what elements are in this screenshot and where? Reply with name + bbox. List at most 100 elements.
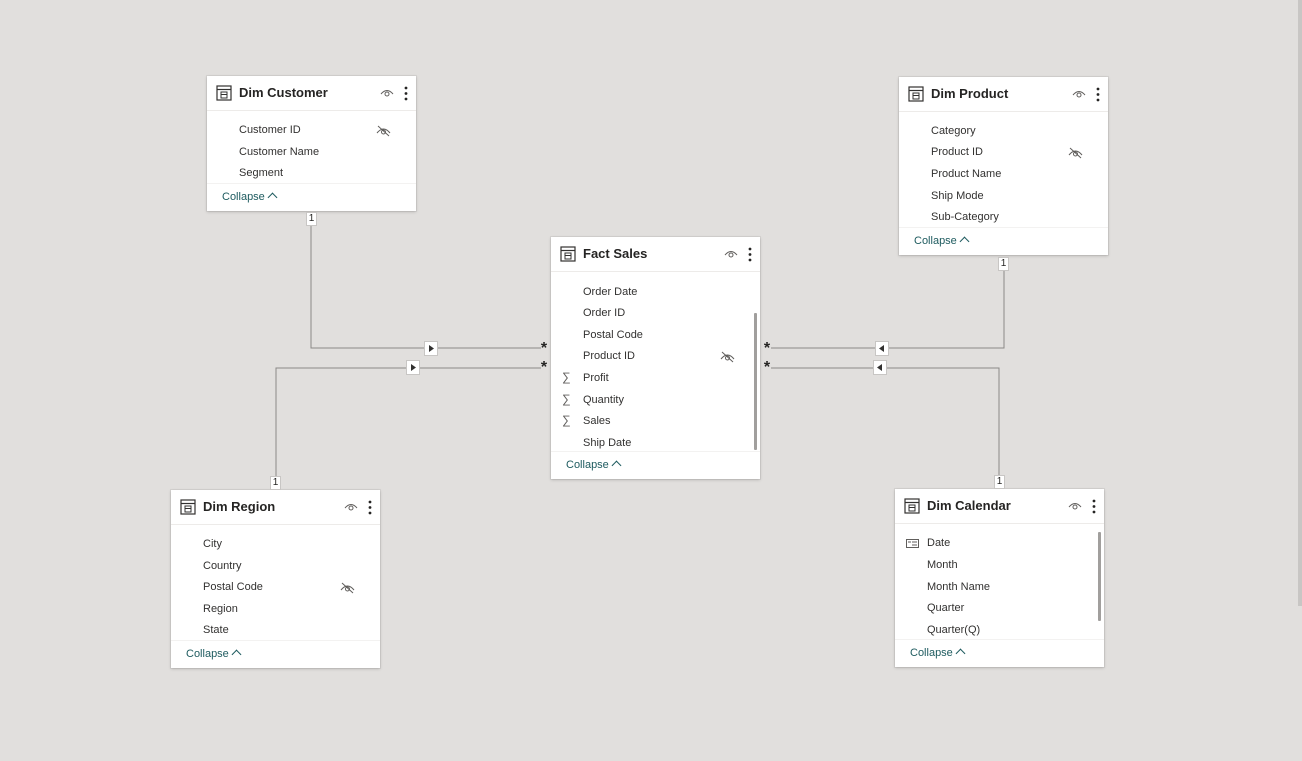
eye-icon[interactable] (724, 248, 738, 260)
table-card-dim-product[interactable]: Dim Product Category Product ID Product … (899, 77, 1108, 255)
field-label: Customer Name (239, 146, 320, 158)
field-label: City (203, 538, 222, 550)
filter-direction-left-icon[interactable] (875, 341, 889, 356)
cardinality-many-marker: * (763, 340, 771, 357)
table-title: Dim Customer (239, 85, 328, 100)
model-canvas[interactable]: Dim Customer Customer ID Customer Name S… (0, 0, 1302, 761)
collapse-label: Collapse (222, 191, 265, 203)
field-row[interactable]: Product Name (899, 164, 1108, 184)
table-header[interactable]: Dim Customer (207, 76, 416, 111)
eye-hidden-icon[interactable] (340, 582, 355, 594)
chevron-up-icon (955, 648, 966, 659)
table-header[interactable]: Dim Calendar (895, 489, 1104, 524)
field-row[interactable]: Country (171, 556, 380, 576)
filter-direction-right-icon[interactable] (406, 360, 420, 375)
table-header[interactable]: Dim Region (171, 490, 380, 525)
collapse-button[interactable]: Collapse (566, 459, 622, 471)
field-label: Region (203, 603, 238, 615)
chevron-up-icon (611, 460, 622, 471)
field-row[interactable]: State (171, 620, 380, 640)
field-row[interactable]: Month (895, 555, 1104, 575)
field-label: Postal Code (583, 329, 643, 341)
more-options-icon[interactable] (748, 247, 752, 262)
table-card-dim-region[interactable]: Dim Region City Country Postal Code Regi… (171, 490, 380, 668)
field-row[interactable]: Sub-Category (899, 207, 1108, 227)
collapse-label: Collapse (914, 235, 957, 247)
chevron-up-icon (959, 236, 970, 247)
table-card-dim-calendar[interactable]: Dim Calendar Date Month Month Name Quart… (895, 489, 1104, 667)
table-icon (180, 499, 196, 515)
collapse-button[interactable]: Collapse (186, 648, 242, 660)
field-label: State (203, 624, 229, 636)
rel-product-sales (771, 268, 1005, 349)
eye-icon[interactable] (1072, 88, 1086, 100)
collapse-label: Collapse (910, 647, 953, 659)
field-row[interactable]: ∑ Sales (551, 411, 760, 431)
table-title: Dim Product (931, 86, 1009, 101)
filter-direction-right-icon[interactable] (424, 341, 438, 356)
field-row[interactable]: Date (895, 533, 1104, 553)
table-icon (560, 246, 576, 262)
eye-hidden-icon[interactable] (720, 351, 735, 363)
table-footer: Collapse (895, 639, 1104, 667)
field-row[interactable]: Customer Name (207, 142, 416, 162)
collapse-button[interactable]: Collapse (222, 191, 278, 203)
field-row[interactable]: City (171, 534, 380, 554)
field-row[interactable]: Ship Date (551, 433, 760, 453)
cardinality-one-marker: 1 (998, 257, 1009, 271)
eye-icon[interactable] (380, 87, 394, 99)
field-row[interactable]: Postal Code (171, 577, 380, 597)
field-label: Product ID (583, 350, 635, 362)
field-row[interactable]: Order ID (551, 303, 760, 323)
field-row[interactable]: Month Name (895, 577, 1104, 597)
field-label: Category (931, 125, 976, 137)
field-row[interactable]: Quarter(Q) (895, 620, 1104, 640)
field-label: Quantity (583, 394, 624, 406)
field-row[interactable]: Order Date (551, 282, 760, 302)
more-options-icon[interactable] (1092, 499, 1096, 514)
eye-hidden-icon[interactable] (376, 125, 391, 137)
table-card-fact-sales[interactable]: Fact Sales Order Date Order ID Postal Co… (551, 237, 760, 479)
table-icon (216, 85, 232, 101)
sigma-icon: ∑ (562, 370, 571, 384)
field-row[interactable]: Customer ID (207, 120, 416, 140)
field-label: Product Name (931, 168, 1002, 180)
chevron-up-icon (231, 649, 242, 660)
table-header[interactable]: Fact Sales (551, 237, 760, 272)
field-row[interactable]: ∑ Quantity (551, 390, 760, 410)
field-label: Month (927, 559, 958, 571)
field-label: Profit (583, 372, 609, 384)
rel-region-sales (275, 367, 541, 483)
field-row[interactable]: Quarter (895, 598, 1104, 618)
field-label: Segment (239, 167, 284, 179)
rel-customer-sales (310, 224, 541, 349)
eye-icon[interactable] (1068, 500, 1082, 512)
cardinality-one-marker: 1 (994, 475, 1005, 489)
field-row[interactable]: Segment (207, 163, 416, 183)
field-list-scrollbar[interactable] (754, 313, 757, 450)
field-row[interactable]: Region (171, 599, 380, 619)
cardinality-many-marker: * (540, 340, 548, 357)
field-row[interactable]: ∑ Profit (551, 368, 760, 388)
field-label: Country (203, 560, 242, 572)
more-options-icon[interactable] (1096, 87, 1100, 102)
field-row[interactable]: Postal Code (551, 325, 760, 345)
field-list-scrollbar[interactable] (1098, 532, 1101, 621)
collapse-button[interactable]: Collapse (910, 647, 966, 659)
table-header[interactable]: Dim Product (899, 77, 1108, 112)
field-label: Order Date (583, 286, 638, 298)
table-card-dim-customer[interactable]: Dim Customer Customer ID Customer Name S… (207, 76, 416, 211)
eye-icon[interactable] (344, 501, 358, 513)
more-options-icon[interactable] (404, 86, 408, 101)
field-row[interactable]: Category (899, 121, 1108, 141)
field-label: Date (927, 537, 951, 549)
eye-hidden-icon[interactable] (1068, 147, 1083, 159)
field-row[interactable]: Ship Mode (899, 186, 1108, 206)
collapse-button[interactable]: Collapse (914, 235, 970, 247)
filter-direction-left-icon[interactable] (873, 360, 887, 375)
more-options-icon[interactable] (368, 500, 372, 515)
field-row[interactable]: Product ID (551, 346, 760, 366)
table-icon (908, 86, 924, 102)
field-row[interactable]: Product ID (899, 142, 1108, 162)
canvas-scrollbar[interactable] (1298, 0, 1302, 606)
